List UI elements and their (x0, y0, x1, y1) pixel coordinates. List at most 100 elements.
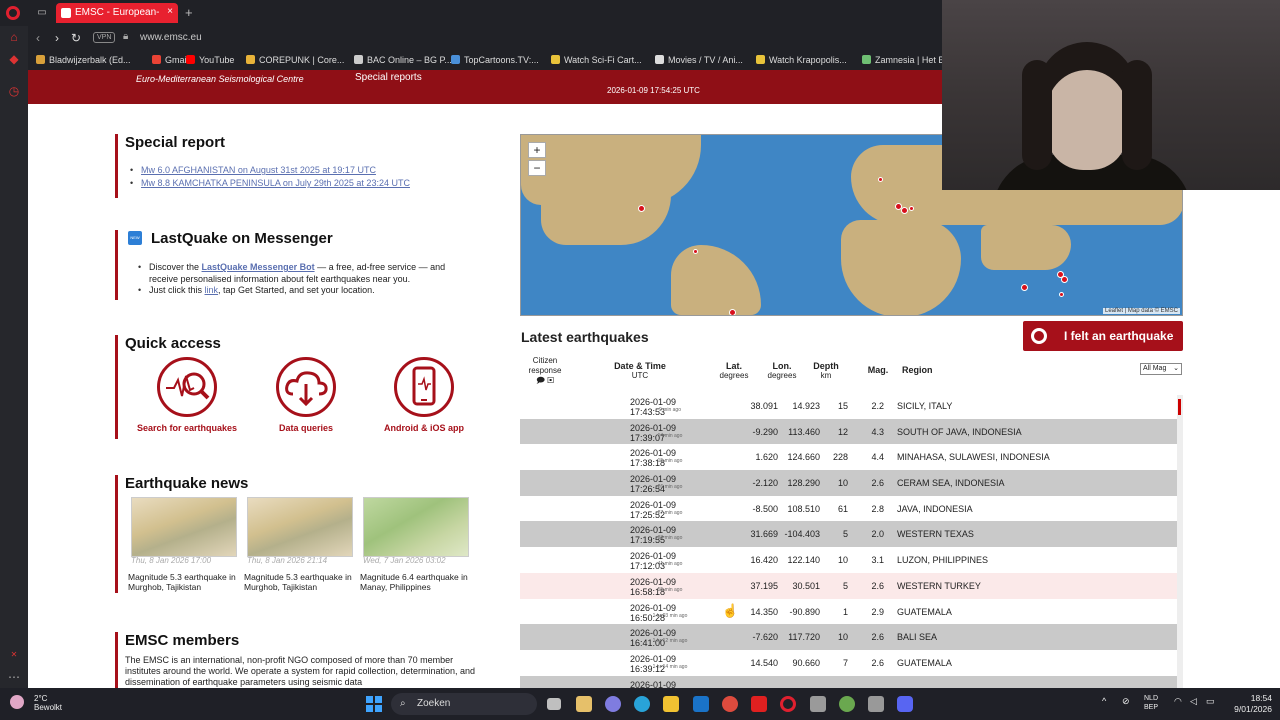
table-row[interactable]: 2026-01-09 16:37:10 (520, 675, 1177, 688)
table-row[interactable]: 2026-01-09 16:39:12 1 hr 14 min ago 14.540… (520, 650, 1177, 676)
qa-mobile-app[interactable]: Android & iOS app (368, 357, 480, 447)
wifi-icon[interactable]: ◠ (1174, 696, 1182, 707)
calculator-app-icon[interactable] (576, 696, 592, 712)
zoom-out-button[interactable]: − (528, 160, 546, 176)
lock-icon[interactable]: 🔒︎ (123, 31, 128, 42)
map-attribution[interactable]: Leaflet | Map data © EMSC (1102, 308, 1180, 314)
news-caption[interactable]: Magnitude 5.3 earthquake in Murghob, Taj… (128, 572, 246, 592)
youtube-icon (186, 55, 195, 64)
messenger-bot-link[interactable]: LastQuake Messenger Bot (202, 262, 315, 272)
quake-marker[interactable] (693, 249, 698, 254)
bookmark-item[interactable]: Gmail (152, 55, 189, 65)
battery-icon[interactable]: ▭ (1206, 696, 1215, 707)
youtube-app-icon[interactable] (751, 696, 767, 712)
table-row[interactable]: 2026-01-09 16:50:28 1 hr 03 min ago 14.350… (520, 599, 1177, 625)
sidebar-x-icon[interactable]: ✕ (7, 648, 21, 662)
menu-special-reports[interactable]: Special reports (355, 72, 422, 83)
col-lat[interactable]: Lat. degrees (716, 361, 752, 381)
new-tab-button[interactable]: + (185, 5, 193, 20)
task-view-icon[interactable] (547, 698, 561, 710)
table-row[interactable]: 2026-01-09 17:26:54 26 min ago -2.120 128.2… (520, 470, 1177, 496)
report-link[interactable]: Mw 6.0 AFGHANISTAN on August 31st 2025 a… (130, 164, 410, 177)
table-row[interactable]: 2026-01-09 17:19:55 33 min ago 31.669 -104.… (520, 521, 1177, 548)
settings-app-icon[interactable] (868, 696, 884, 712)
vpn-badge[interactable]: VPN (93, 32, 116, 43)
tab-close-icon[interactable]: × (167, 6, 173, 17)
bookmark-item[interactable]: BAC Online – BG P... (354, 55, 452, 65)
history-icon[interactable]: ◷ (7, 84, 21, 98)
news-map-thumbnail[interactable] (247, 497, 353, 557)
table-row[interactable]: 2026-01-09 17:38:18 15 min ago 1.620 124.66… (520, 444, 1177, 470)
reload-button[interactable]: ↻ (71, 31, 81, 45)
col-datetime[interactable]: Date & Time UTC (598, 361, 682, 381)
tab-emsc[interactable]: EMSC - European-Medite × (56, 3, 178, 23)
tray-chevron-icon[interactable]: ^ (1102, 696, 1106, 706)
col-region[interactable]: Region (902, 365, 942, 375)
chatgpt-app-icon[interactable] (839, 696, 855, 712)
table-row[interactable]: 2026-01-09 17:43:53 9 min ago 38.091 14.923… (520, 393, 1177, 419)
opera-logo-icon[interactable] (6, 6, 20, 20)
qa-search-earthquakes[interactable]: Search for earthquakes (131, 357, 243, 447)
windows-start-icon[interactable] (366, 696, 382, 712)
report-link[interactable]: Mw 8.8 KAMCHATKA PENINSULA on July 29th … (130, 177, 410, 190)
quake-marker[interactable] (729, 309, 736, 315)
zoom-in-button[interactable]: + (528, 142, 546, 158)
back-button[interactable]: ‹ (36, 31, 40, 45)
table-row[interactable]: 2026-01-09 17:25:52 27 min ago -8.500 108.5… (520, 496, 1177, 522)
quake-marker[interactable] (1061, 276, 1068, 283)
chrome-app-icon[interactable] (722, 696, 738, 712)
url-field[interactable]: www.emsc.eu (140, 32, 202, 43)
quake-marker[interactable] (878, 177, 883, 182)
row-region: JAVA, INDONESIA (897, 503, 973, 514)
start-link[interactable]: link (205, 285, 219, 295)
table-scrollbar[interactable] (1177, 395, 1183, 688)
bookmark-item[interactable]: Zamnesia | Het Be (862, 55, 949, 65)
quake-marker[interactable] (901, 207, 908, 214)
map-land (841, 220, 961, 315)
file-explorer-icon[interactable] (663, 696, 679, 712)
speaker-icon[interactable]: ◁ (1190, 696, 1197, 707)
forward-button[interactable]: › (55, 31, 59, 45)
bookmark-item[interactable]: YouTube (186, 55, 234, 65)
col-lon[interactable]: Lon. degrees (764, 361, 800, 381)
bookmark-item[interactable]: COREPUNK | Core... (246, 55, 344, 65)
table-row[interactable]: 2026-01-09 16:58:18 55 min ago 37.195 30.50… (520, 572, 1177, 599)
calc-grid-app-icon[interactable] (810, 696, 826, 712)
news-caption[interactable]: Magnitude 6.4 earthquake in Manay, Phili… (360, 572, 478, 592)
edge-app-icon[interactable] (634, 696, 650, 712)
col-depth[interactable]: Depth km (808, 361, 844, 381)
opera-app-icon[interactable] (780, 696, 796, 712)
bag-icon[interactable]: ◆ (7, 52, 21, 66)
table-row[interactable]: 2026-01-09 17:39:07 14 min ago -9.290 113.4… (520, 418, 1177, 445)
more-icon[interactable]: ⋯ (7, 670, 21, 684)
outlook-app-icon[interactable] (693, 696, 709, 712)
map-land (541, 195, 671, 245)
network-off-icon[interactable]: ⊘ (1122, 696, 1130, 707)
bookmark-item[interactable]: TopCartoons.TV:... (451, 55, 539, 65)
news-map-thumbnail[interactable] (131, 497, 237, 557)
bookmark-item[interactable]: Watch Krapopolis... (756, 55, 847, 65)
table-row[interactable]: 2026-01-09 16:41:00 1 hr 12 min ago -7.620… (520, 624, 1177, 650)
quake-marker[interactable] (1059, 292, 1064, 297)
taskbar-search[interactable]: ⌕ Zoeken (391, 693, 537, 715)
news-caption[interactable]: Magnitude 5.3 earthquake in Murghob, Taj… (244, 572, 362, 592)
discord-app-icon[interactable] (897, 696, 913, 712)
scrollbar-thumb[interactable] (1178, 399, 1181, 415)
tab-menu-icon[interactable]: ▭ (36, 7, 48, 19)
language-indicator[interactable]: NLD BEP (1144, 694, 1158, 712)
teams-app-icon[interactable] (605, 696, 621, 712)
col-mag[interactable]: Mag. (863, 365, 893, 375)
bookmark-item[interactable]: Bladwijzerbalk (Ed... (36, 55, 131, 65)
magnitude-filter-select[interactable]: All Mag ⌄ (1140, 363, 1182, 375)
bookmark-item[interactable]: Movies / TV / Ani... (655, 55, 743, 65)
quake-marker[interactable] (1021, 284, 1028, 291)
news-map-thumbnail[interactable] (363, 497, 469, 557)
quake-marker[interactable] (638, 205, 645, 212)
table-row[interactable]: 2026-01-09 17:12:03 41 min ago 16.420 122.1… (520, 547, 1177, 573)
home-icon[interactable]: ⌂ (7, 30, 21, 44)
bookmark-item[interactable]: Watch Sci-Fi Cart... (551, 55, 642, 65)
quake-marker[interactable] (909, 206, 914, 211)
system-clock[interactable]: 18:54 9/01/2026 (1224, 693, 1272, 715)
felt-earthquake-button[interactable]: I felt an earthquake (1023, 321, 1183, 351)
qa-data-queries[interactable]: Data queries (250, 357, 362, 447)
